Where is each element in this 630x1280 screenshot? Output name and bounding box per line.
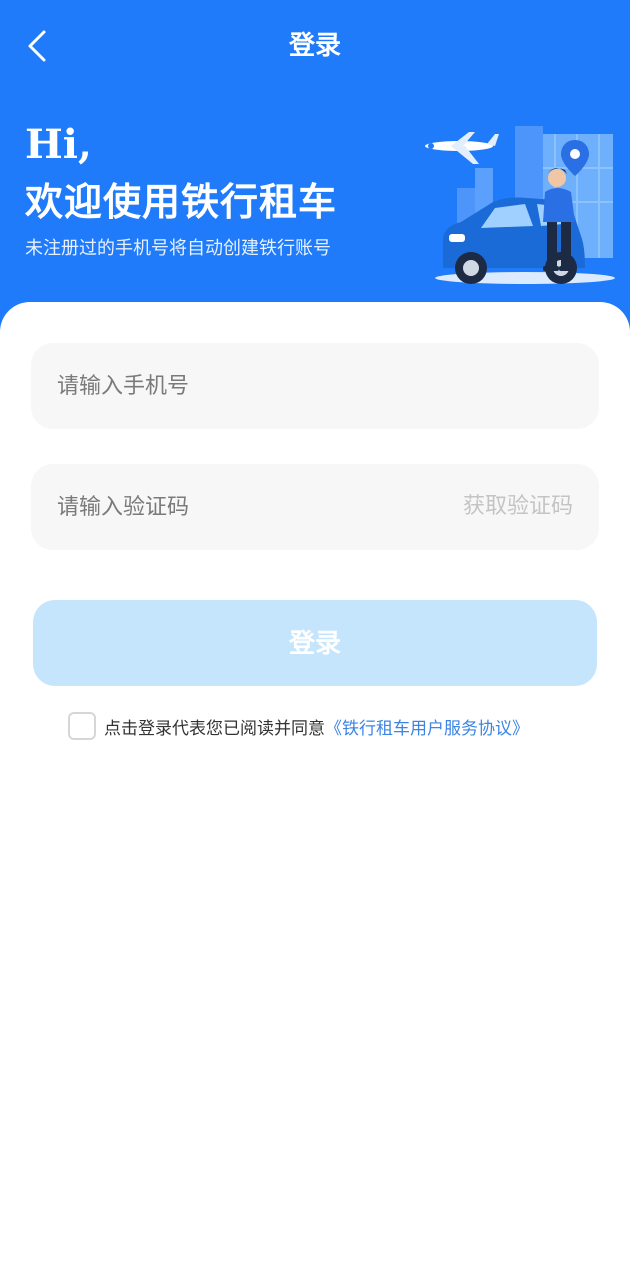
login-button[interactable]: 登录 — [33, 600, 597, 686]
car-rental-illustration — [425, 126, 615, 284]
page-title: 登录 — [288, 31, 341, 61]
code-field[interactable]: 获取验证码 — [31, 464, 599, 550]
login-screen: 登录 Hi, 欢迎使用铁行租车 未注册过的手机号将自动创建铁行账号 请输入手机号… — [0, 0, 630, 1280]
hero-header: 登录 Hi, 欢迎使用铁行租车 未注册过的手机号将自动创建铁行账号 — [0, 0, 630, 330]
agreement-row: 点击登录代表您已阅读并同意 《铁行租车用户服务协议》 — [68, 710, 529, 742]
agreement-link[interactable]: 《铁行租车用户服务协议》 — [325, 714, 529, 739]
code-input[interactable] — [57, 464, 437, 550]
login-card — [0, 302, 630, 1280]
greeting-text: Hi, — [25, 121, 92, 168]
agreement-text: 点击登录代表您已阅读并同意 — [104, 718, 325, 739]
welcome-heading: 欢迎使用铁行租车 — [25, 180, 338, 224]
phone-input[interactable] — [57, 343, 437, 429]
phone-field[interactable] — [31, 343, 599, 429]
get-code-button[interactable]: 获取验证码 — [463, 464, 573, 550]
welcome-subtitle: 未注册过的手机号将自动创建铁行账号 — [25, 238, 331, 259]
agreement-checkbox[interactable] — [68, 712, 96, 740]
